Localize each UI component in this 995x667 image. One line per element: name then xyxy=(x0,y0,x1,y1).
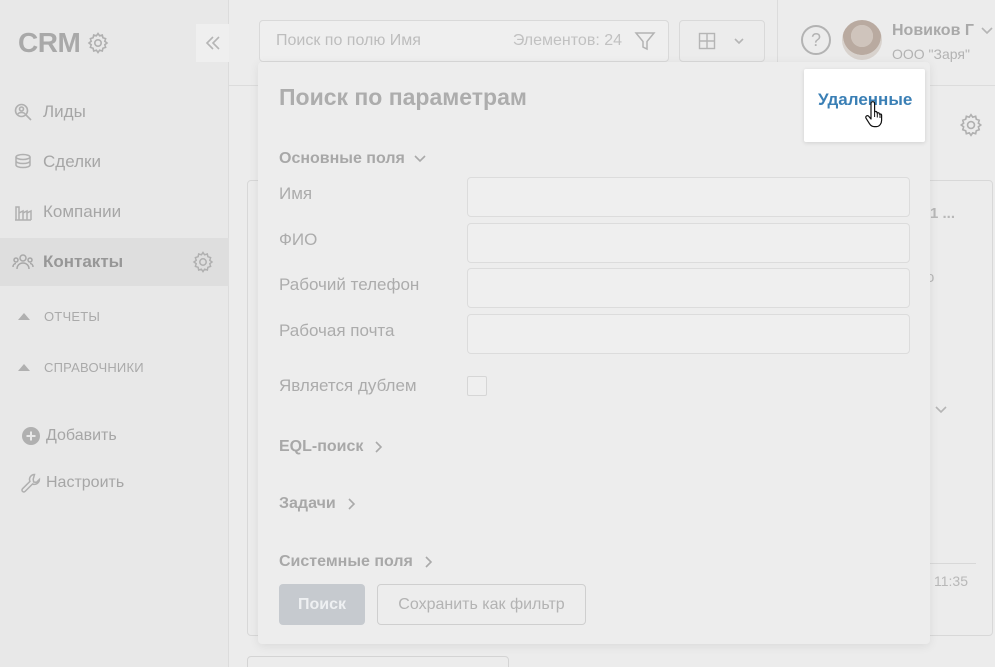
sidebar-item-label: Лиды xyxy=(43,102,86,121)
user-organization: ООО "Заря" xyxy=(892,46,970,62)
help-icon[interactable]: ? xyxy=(801,25,831,55)
sidebar-section-dictionaries[interactable]: СПРАВОЧНИКИ xyxy=(18,360,144,375)
work-email-input[interactable] xyxy=(467,314,910,354)
sidebar-section-reports[interactable]: ОТЧЕТЫ xyxy=(18,309,100,324)
sidebar-item-label: Компании xyxy=(43,202,122,221)
collapse-sidebar-button[interactable] xyxy=(196,24,230,62)
deals-icon xyxy=(12,151,34,173)
save-as-filter-button[interactable]: Сохранить как фильтр xyxy=(377,584,586,625)
group-label: Основные поля xyxy=(279,150,405,167)
chevron-right-icon xyxy=(425,556,432,568)
collapse-arrow-icon xyxy=(18,313,30,320)
avatar[interactable] xyxy=(842,20,882,60)
sidebar-item-deals[interactable]: Сделки xyxy=(0,138,229,186)
add-button[interactable]: Добавить xyxy=(20,425,117,447)
chevron-down-icon xyxy=(734,38,744,45)
view-switch-button[interactable] xyxy=(679,20,765,62)
search-params-modal: Поиск по параметрам Основные поля Имя ФИ… xyxy=(258,62,930,644)
field-label-work-phone: Рабочий телефон xyxy=(279,275,420,294)
double-chevron-left-icon xyxy=(205,36,220,50)
group-system-fields[interactable]: Системные поля xyxy=(279,553,435,571)
gear-icon[interactable] xyxy=(958,112,984,138)
search-placeholder: Поиск по полю Имя xyxy=(276,32,421,49)
search-input[interactable]: Поиск по полю Имя Элементов: 24 xyxy=(259,20,669,62)
action-label: Добавить xyxy=(46,427,117,444)
field-label-name: Имя xyxy=(279,184,313,203)
chevron-right-icon xyxy=(348,498,355,510)
card-title-fragment: 1 ... xyxy=(930,205,956,222)
field-label-work-email: Рабочая почта xyxy=(279,321,395,340)
group-label: EQL-поиск xyxy=(279,438,364,455)
contacts-icon xyxy=(12,251,34,273)
sidebar-item-contacts[interactable]: Контакты xyxy=(0,238,229,286)
group-basic-fields[interactable]: Основные поля xyxy=(279,150,427,168)
leads-icon xyxy=(12,101,34,123)
field-label-is-duplicate: Является дублем xyxy=(279,376,417,395)
plus-circle-icon xyxy=(20,425,42,447)
chevron-down-icon[interactable] xyxy=(934,403,948,417)
row-divider xyxy=(930,563,976,564)
filter-icon[interactable] xyxy=(634,30,656,52)
sidebar-item-companies[interactable]: Компании xyxy=(0,188,229,236)
field-label-fullname: ФИО xyxy=(279,230,318,249)
group-tasks[interactable]: Задачи xyxy=(279,495,358,513)
gear-icon[interactable] xyxy=(86,31,110,55)
sidebar-item-leads[interactable]: Лиды xyxy=(0,88,229,136)
wrench-icon xyxy=(20,472,42,494)
group-label: Задачи xyxy=(279,495,336,512)
group-label: Системные поля xyxy=(279,553,413,570)
user-name[interactable]: Новиков Г xyxy=(892,22,974,40)
grid-icon xyxy=(698,32,716,50)
contacts-settings-icon[interactable] xyxy=(191,250,215,274)
companies-icon xyxy=(12,201,34,223)
search-button[interactable]: Поиск xyxy=(279,584,365,625)
card-time: 11:35 xyxy=(934,573,968,589)
sidebar: CRM Лиды Сделки Компании Контакты ОТЧЕТЫ… xyxy=(0,0,230,667)
action-label: Настроить xyxy=(46,474,125,491)
fullname-input[interactable] xyxy=(467,223,910,263)
section-label: ОТЧЕТЫ xyxy=(44,309,101,324)
background-box xyxy=(247,656,509,667)
app-logo[interactable]: CRM xyxy=(18,27,81,59)
configure-button[interactable]: Настроить xyxy=(20,472,124,494)
section-label: СПРАВОЧНИКИ xyxy=(44,360,144,375)
chevron-down-icon xyxy=(414,155,426,163)
work-phone-input[interactable] xyxy=(467,268,910,308)
collapse-arrow-icon xyxy=(18,364,30,371)
name-input[interactable] xyxy=(467,177,910,217)
items-count: Элементов: 24 xyxy=(512,32,622,49)
chevron-right-icon xyxy=(375,441,383,453)
sidebar-item-label: Контакты xyxy=(43,252,124,271)
chevron-down-icon[interactable] xyxy=(980,24,994,38)
is-duplicate-checkbox[interactable] xyxy=(467,376,487,396)
modal-title: Поиск по параметрам xyxy=(279,84,527,110)
hand-pointer-icon xyxy=(865,101,883,128)
sidebar-item-label: Сделки xyxy=(43,152,101,171)
group-eql-search[interactable]: EQL-поиск xyxy=(279,438,385,456)
logo-row: CRM xyxy=(18,26,110,60)
